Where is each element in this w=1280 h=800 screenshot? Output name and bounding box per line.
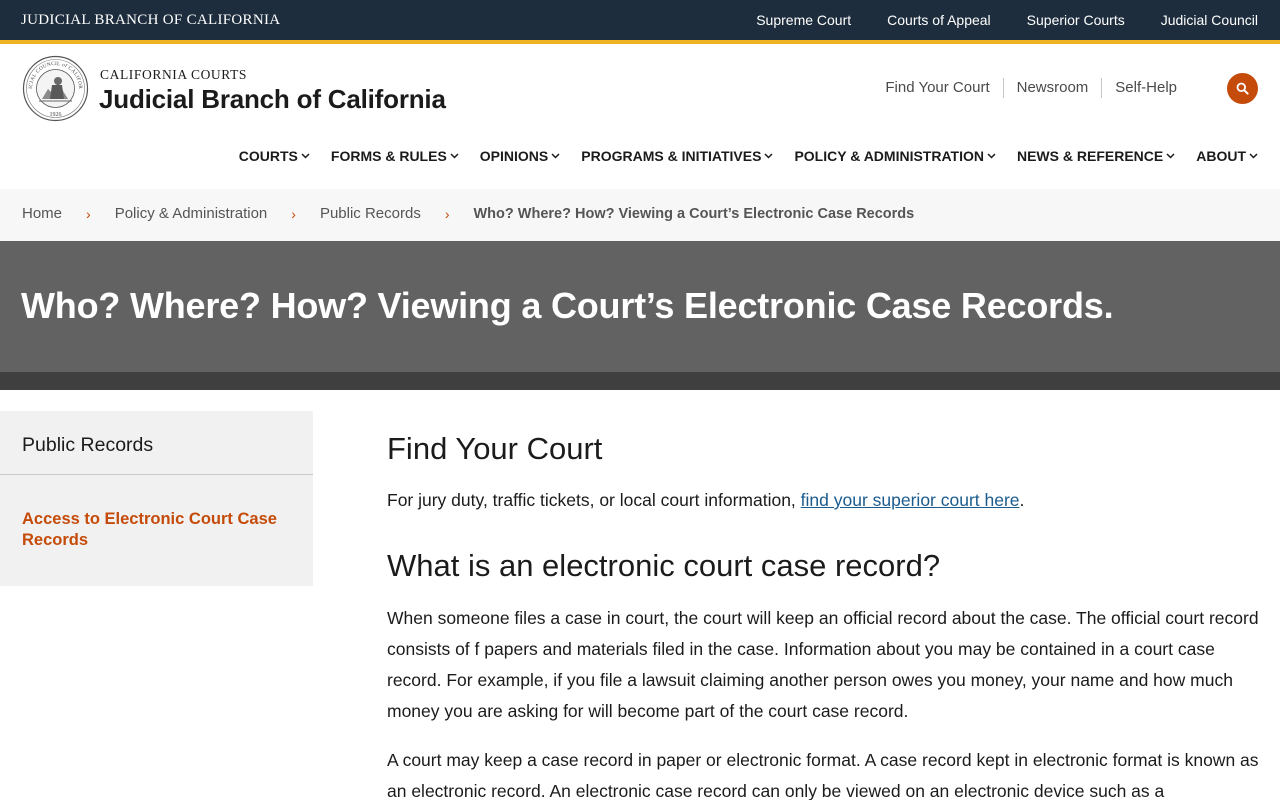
nav-label: FORMS & RULES [330,148,447,164]
nav-label: PROGRAMS & INITIATIVES [581,148,762,164]
breadcrumb: Home › Policy & Administration › Public … [0,189,1280,241]
breadcrumb-public-records[interactable]: Public Records [320,205,421,222]
site-title[interactable]: Judicial Branch of California [99,84,446,115]
breadcrumb-trail: Home › Policy & Administration › Public … [22,205,914,222]
paragraph-end: . [1019,490,1025,510]
page-title: Who? Where? How? Viewing a Court’s Elect… [21,285,1114,326]
nav-news-reference[interactable]: NEWS & REFERENCE [1017,148,1175,164]
nav-programs-initiatives[interactable]: PROGRAMS & INITIATIVES [581,148,773,164]
topbar-links: Supreme Court Courts of Appeal Superior … [756,12,1258,28]
chevron-down-icon [301,153,310,159]
nav-forms-rules[interactable]: FORMS & RULES [331,148,459,164]
breadcrumb-current: Who? Where? How? Viewing a Court’s Elect… [473,205,915,222]
section-title-electronic-record: What is an electronic court case record? [387,548,941,583]
brand-kicker: CALIFORNIA COURTS [100,67,248,82]
nav-label: NEWS & REFERENCE [1016,148,1164,164]
newsroom-link[interactable]: Newsroom [1002,78,1102,98]
find-superior-court-link[interactable]: find your superior court here [801,490,1020,510]
chevron-down-icon [450,153,459,159]
self-help-link[interactable]: Self-Help [1101,78,1190,98]
main-nav: COURTS FORMS & RULES OPINIONS PROGRAMS &… [239,148,1258,164]
breadcrumb-home[interactable]: Home [22,205,62,222]
hero-band [0,372,1280,390]
find-your-court-link[interactable]: Find Your Court [872,78,1002,98]
search-icon [1236,82,1249,95]
electronic-format-paragraph: A court may keep a case record in paper … [387,750,1259,800]
topbar-brand[interactable]: JUDICIAL BRANCH OF CALIFORNIA [21,12,280,29]
find-court-paragraph: For jury duty, traffic tickets, or local… [387,485,1259,516]
chevron-down-icon [1166,153,1175,159]
topbar-link-judicial-council[interactable]: Judicial Council [1161,12,1258,28]
topbar-link-courts-of-appeal[interactable]: Courts of Appeal [887,12,991,28]
sidebar-link-electronic-records[interactable]: Access to Electronic Court Case Records [22,509,292,551]
nav-label: ABOUT [1196,148,1246,164]
topbar-link-superior-courts[interactable]: Superior Courts [1027,12,1125,28]
nav-about[interactable]: ABOUT [1196,148,1258,164]
topbar-accent-line [0,40,1280,44]
nav-label: POLICY & ADMINISTRATION [794,148,984,164]
nav-policy-administration[interactable]: POLICY & ADMINISTRATION [794,148,996,164]
electronic-record-paragraph: When someone files a case in court, the … [387,608,1259,721]
nav-opinions[interactable]: OPINIONS [480,148,560,164]
chevron-right-icon: › [444,205,450,222]
paragraph-text: For jury duty, traffic tickets, or local… [387,490,801,510]
chevron-right-icon: › [86,205,91,222]
chevron-down-icon [987,153,996,159]
svg-text:1926: 1926 [50,112,62,118]
top-bar: JUDICIAL BRANCH OF CALIFORNIA Supreme Co… [0,0,1280,40]
nav-label: OPINIONS [479,148,549,164]
search-button[interactable] [1227,73,1258,104]
utility-links: Find Your Court Newsroom Self-Help [872,78,1190,98]
section-title-find-your-court: Find Your Court [387,431,603,466]
breadcrumb-policy-administration[interactable]: Policy & Administration [115,205,268,222]
chevron-down-icon [764,153,773,159]
sidebar-divider [0,474,313,475]
judicial-council-seal-logo[interactable]: JUDICIAL COUNCIL of CALIFORNIA 1926 [22,55,89,122]
nav-courts[interactable]: COURTS [239,148,310,164]
nav-label: COURTS [238,148,298,164]
chevron-down-icon [551,153,560,159]
sidebar-heading[interactable]: Public Records [22,434,153,457]
topbar-link-supreme-court[interactable]: Supreme Court [756,12,851,28]
chevron-down-icon [1249,153,1258,159]
chevron-right-icon: › [291,205,296,222]
